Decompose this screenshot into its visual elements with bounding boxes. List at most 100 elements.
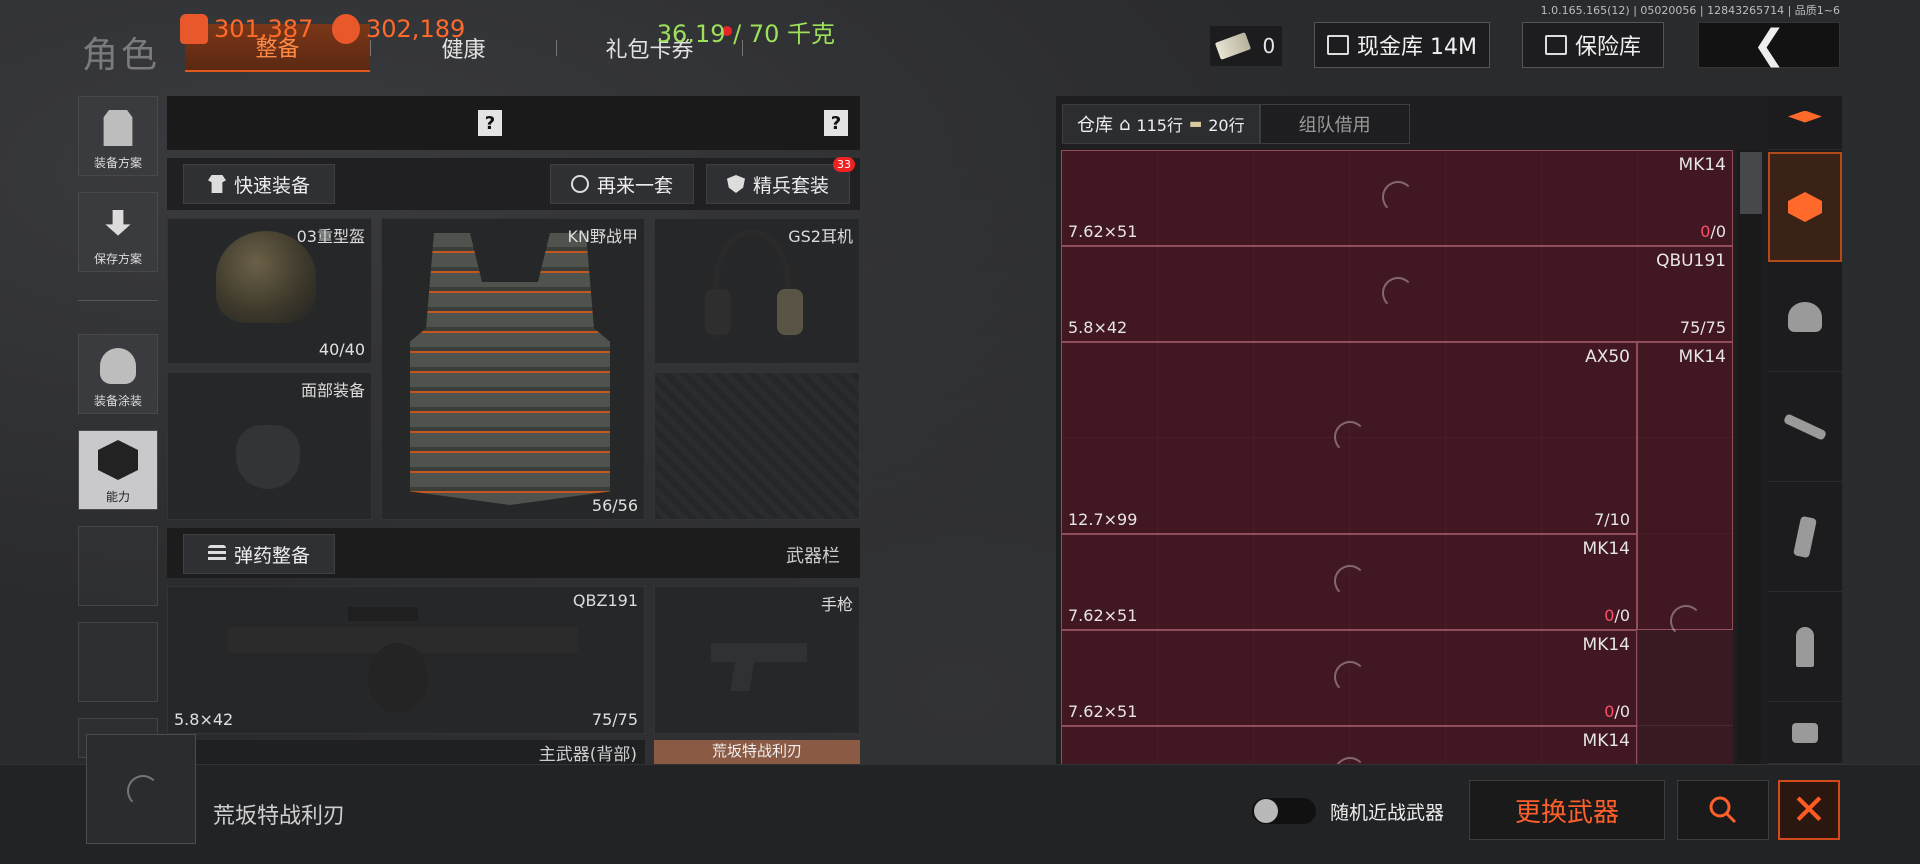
safe-icon: [1544, 35, 1567, 55]
warehouse-item[interactable]: MK14: [1061, 726, 1637, 764]
headset-earcup: [705, 289, 731, 335]
warehouse-scrollbar[interactable]: [1737, 150, 1761, 764]
empty-gear-slot[interactable]: [654, 372, 860, 520]
helmet-slot[interactable]: 03重型盔 40/40: [167, 218, 372, 364]
category-all[interactable]: [1768, 152, 1842, 262]
stack-icon: [1788, 192, 1822, 222]
stats-bar: [167, 96, 860, 150]
headset-slot[interactable]: GS2耳机: [654, 218, 860, 364]
category-ammo[interactable]: [1768, 592, 1842, 702]
primary-weapon-footer: 主武器(背部): [167, 740, 645, 764]
stat-value-2: 302,189: [332, 14, 465, 44]
ammo-resupply-button[interactable]: 弹药整备: [183, 534, 335, 574]
cash-vault-button[interactable]: 现金库 14M: [1314, 22, 1490, 68]
version-info: 1.0.165.165(12) | 05020056 | 12843265714…: [1540, 4, 1840, 17]
home-icon: ⌂: [1119, 113, 1131, 135]
bullet-icon: [1796, 626, 1814, 667]
scrollbar-thumb[interactable]: [1740, 152, 1762, 214]
magazine-icon: [1793, 515, 1817, 558]
pouch-icon: [332, 14, 360, 44]
swap-weapon-button[interactable]: 更换武器: [1469, 780, 1665, 840]
scope-image: [348, 607, 418, 621]
quick-equip-button[interactable]: 快速装备: [183, 164, 335, 204]
tab-team-borrow[interactable]: 组队借用: [1259, 104, 1410, 144]
category-magazine[interactable]: [1768, 482, 1842, 592]
vest-icon: [1788, 301, 1822, 332]
face-mask-icon: [236, 425, 300, 489]
page-title: 角色: [82, 35, 161, 76]
warehouse-item[interactable]: AX50 12.7×99 7/10: [1061, 342, 1637, 534]
loading-icon: [1334, 757, 1366, 764]
cash-icon: [1214, 32, 1251, 60]
weight-help-icon[interactable]: ?: [824, 110, 848, 136]
weight-display: 36.19 / 70 千克: [656, 20, 835, 48]
ammo-icon: [207, 545, 226, 563]
stat-value-1: 301,387: [180, 14, 313, 44]
loading-icon: [127, 775, 159, 807]
sidebar-empty-slot[interactable]: [78, 526, 158, 606]
selected-item-slot[interactable]: [86, 734, 196, 844]
loading-icon: [1334, 565, 1366, 597]
bag-icon: [1792, 722, 1818, 743]
close-icon: ✕: [1791, 785, 1827, 834]
loading-icon: [1334, 421, 1366, 453]
elite-set-button[interactable]: 精兵套装 33: [706, 157, 855, 204]
help-icon[interactable]: ?: [478, 110, 502, 136]
refresh-icon: [570, 175, 589, 193]
pistol-image: [711, 643, 807, 691]
warehouse-item[interactable]: QBU191 5.8×42 75/75: [1061, 246, 1733, 342]
back-arrow-icon: ❮: [1752, 22, 1786, 68]
category-rifle[interactable]: [1768, 372, 1842, 482]
sidebar-item-ability[interactable]: 能力: [78, 430, 158, 510]
ability-icon: [98, 440, 138, 480]
pistol-slot[interactable]: 手枪: [654, 586, 860, 734]
sidebar-empty-slot[interactable]: [78, 622, 158, 702]
category-armor[interactable]: [1768, 262, 1842, 372]
paint-icon: [100, 348, 136, 384]
another-set-button[interactable]: 再来一套: [550, 164, 694, 204]
loading-icon: [1670, 605, 1702, 637]
warehouse-item[interactable]: MK14 7.62×51 0/0: [1061, 534, 1637, 630]
selected-item-name: 荒坂特战利刃: [213, 804, 346, 829]
sidebar-divider: [78, 300, 158, 301]
category-sort[interactable]: [1768, 96, 1842, 150]
loading-icon: [1334, 661, 1366, 693]
backpack-icon: [180, 14, 208, 44]
search-button[interactable]: [1677, 780, 1769, 840]
sidebar-item-save[interactable]: 保存方案: [78, 192, 158, 272]
elite-badge: 33: [833, 157, 855, 172]
face-slot[interactable]: 面部装备: [167, 372, 372, 520]
loading-icon: [1382, 277, 1414, 309]
drum-mag-image: [368, 643, 428, 713]
warehouse-item[interactable]: MK14 7.62×51 0/0: [1061, 150, 1733, 246]
rifle-icon: [1782, 412, 1828, 441]
search-icon: [1709, 796, 1737, 824]
download-icon: [105, 210, 131, 236]
sidebar-item-loadout[interactable]: 装备方案: [78, 96, 158, 176]
sidebar-item-paint[interactable]: 装备涂装: [78, 334, 158, 414]
warehouse-item[interactable]: MK14: [1637, 342, 1733, 637]
melee-weapon-footer: 荒坂特战利刃: [654, 740, 860, 764]
back-button[interactable]: ❮: [1698, 22, 1840, 68]
vault-icon: [1327, 35, 1349, 55]
category-bag[interactable]: [1768, 702, 1842, 764]
shield-icon: [726, 175, 745, 193]
headset-earcup: [777, 289, 803, 335]
tab-warehouse[interactable]: 仓库 ⌂ 115行 ▬ 20行: [1062, 104, 1260, 144]
weapon-bar-label: 武器栏: [786, 546, 840, 567]
armor-image: [410, 233, 610, 505]
close-button[interactable]: ✕: [1778, 780, 1840, 840]
warehouse-grid[interactable]: MK14 7.62×51 0/0 QBU191 5.8×42 75/75 AX5…: [1061, 150, 1733, 764]
random-melee-label: 随机近战武器: [1330, 802, 1445, 824]
cash-counter: 0: [1210, 26, 1282, 66]
vest-icon: [103, 110, 133, 146]
warehouse-item[interactable]: MK14 7.62×51 0/0: [1061, 630, 1637, 726]
toggle-knob[interactable]: [1254, 799, 1278, 823]
primary-weapon-slot[interactable]: QBZ191 5.8×42 75/75: [167, 586, 645, 734]
loading-icon: [1382, 181, 1414, 213]
warehouse-tabs: 仓库 ⌂ 115行 ▬ 20行 组队借用: [1062, 104, 1410, 144]
insurance-button[interactable]: 保险库: [1522, 22, 1664, 68]
layers-icon: [1788, 110, 1822, 123]
armor-slot[interactable]: KN野战甲 56/56: [381, 218, 645, 520]
cash-small-icon: ▬: [1188, 116, 1203, 132]
